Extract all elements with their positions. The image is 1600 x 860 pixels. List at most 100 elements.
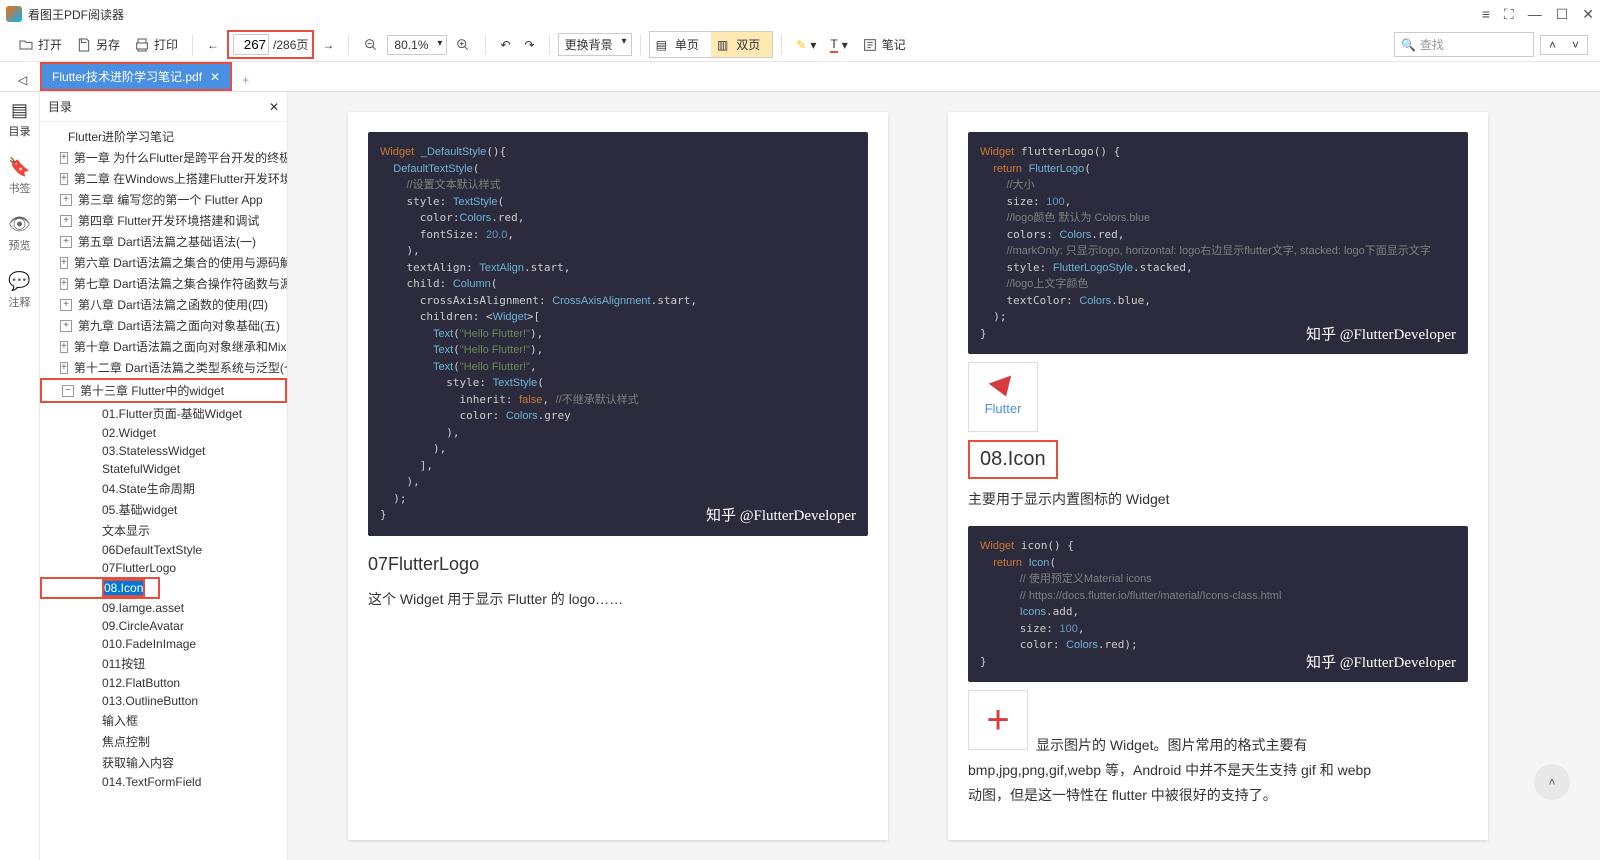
add-tab-button[interactable]: + [232, 69, 259, 91]
tree-item[interactable]: 获取输入内容 [40, 752, 287, 773]
tree-chapter[interactable]: +第四章 Flutter开发环境搭建和调试 [40, 210, 287, 231]
tree-chapter[interactable]: +第十章 Dart语法篇之面向对象继承和Mixins [40, 336, 287, 357]
tree-chapter[interactable]: +第六章 Dart语法篇之集合的使用与源码解析( [40, 252, 287, 273]
sidebar-preview[interactable]: 👁预览 [8, 214, 31, 253]
sidebar-bookmark[interactable]: 🔖书签 [8, 157, 30, 196]
watermark: 知乎 @FlutterDeveloper [706, 505, 856, 528]
tree-chapter[interactable]: +第九章 Dart语法篇之面向对象基础(五) [40, 315, 287, 336]
sidebar-icons: ▤目录 🔖书签 👁预览 💬注释 [0, 92, 40, 860]
tree-item[interactable]: 09.CircleAvatar [40, 617, 287, 635]
maximize-icon[interactable]: ☐ [1556, 6, 1569, 23]
plus-icon-preview: + [968, 690, 1028, 750]
flutter-logo-icon: Flutter [968, 362, 1038, 432]
tree-item[interactable]: 06DefaultTextStyle [40, 541, 287, 559]
text-color-button[interactable]: T▾ [824, 33, 853, 57]
tree-chapter[interactable]: +第一章 为什么Flutter是跨平台开发的终极之选 [40, 147, 287, 168]
para-08-3: bmp,jpg,png,gif,webp 等，Android 中并不是天生支持 … [968, 758, 1468, 783]
app-title: 看图王PDF阅读器 [28, 6, 1482, 23]
tree-ch13[interactable]: −第十三章 Flutter中的widget [40, 378, 287, 403]
search-next[interactable]: ˅ [1564, 36, 1587, 54]
para-08-2: 显示图片的 Widget。图片常用的格式主要有 [1036, 733, 1307, 758]
scroll-top-button[interactable]: ˄ [1534, 764, 1570, 800]
search-nav: ˄ ˅ [1540, 35, 1588, 55]
outline-close-icon[interactable]: ✕ [269, 100, 279, 114]
search-input[interactable]: 🔍查找 [1394, 32, 1534, 57]
tree-item[interactable]: 011按钮 [40, 653, 287, 674]
save-as-button[interactable]: 另存 [70, 32, 126, 57]
tree-item[interactable]: 01.Flutter页面-基础Widget [40, 403, 287, 424]
outline-panel: 目录 ✕ Flutter进阶学习笔记 +第一章 为什么Flutter是跨平台开发… [40, 92, 288, 860]
tab-filename: Flutter技术进阶学习笔记.pdf [52, 68, 202, 85]
tab-close-icon[interactable]: ✕ [210, 70, 220, 84]
toolbar: 打开 另存 打印 ← /286页 → 80.1% ↶ ↷ 更换背景 ▤单页 ▥双… [0, 28, 1600, 62]
double-page-button[interactable]: ▥双页 [711, 32, 772, 57]
heading-08: 08.Icon [968, 440, 1058, 479]
sidebar-annotate[interactable]: 💬注释 [8, 271, 30, 310]
menu-icon[interactable]: ≡ [1482, 6, 1490, 22]
page-input[interactable] [233, 34, 269, 55]
single-page-button[interactable]: ▤单页 [650, 32, 711, 57]
tree-chapter[interactable]: +第八章 Dart语法篇之函数的使用(四) [40, 294, 287, 315]
tree-item[interactable]: StatefulWidget [40, 460, 287, 478]
tree-chapter[interactable]: +第五章 Dart语法篇之基础语法(一) [40, 231, 287, 252]
highlight-button[interactable]: ✎▾ [790, 34, 822, 56]
page-left: Widget _DefaultStyle(){ DefaultTextStyle… [348, 112, 888, 840]
tree-item[interactable]: 013.OutlineButton [40, 692, 287, 710]
sidebar-outline[interactable]: ▤目录 [9, 100, 31, 139]
prev-page-button[interactable]: ← [201, 34, 225, 56]
zoom-out-button[interactable] [357, 33, 385, 57]
page-indicator: /286页 [227, 30, 314, 59]
next-page-button[interactable]: → [316, 34, 340, 56]
tree-item[interactable]: 07FlutterLogo [40, 559, 287, 577]
tree-item[interactable]: 焦点控制 [40, 731, 287, 752]
watermark: 知乎 @FlutterDeveloper [1306, 324, 1456, 347]
code-block-flutterlogo: Widget flutterLogo() { return FlutterLog… [968, 132, 1468, 354]
rotate-left-button[interactable]: ↶ [494, 34, 516, 56]
watermark: 知乎 @FlutterDeveloper [1306, 652, 1456, 675]
tree-chapter[interactable]: +第七章 Dart语法篇之集合操作符函数与源码 [40, 273, 287, 294]
page-right: Widget flutterLogo() { return FlutterLog… [948, 112, 1488, 840]
zoom-in-button[interactable] [449, 33, 477, 57]
content-area[interactable]: Widget _DefaultStyle(){ DefaultTextStyle… [288, 92, 1600, 860]
window-controls: ≡ ⛶ — ☐ ✕ [1482, 6, 1594, 23]
main: ▤目录 🔖书签 👁预览 💬注释 目录 ✕ Flutter进阶学习笔记 +第一章 … [0, 92, 1600, 860]
heading-07: 07FlutterLogo [368, 554, 868, 575]
tab-back-button[interactable]: ◁ [10, 69, 35, 91]
close-icon[interactable]: ✕ [1582, 6, 1594, 23]
tab-bar: ◁ Flutter技术进阶学习笔记.pdf ✕ + [0, 62, 1600, 92]
print-button[interactable]: 打印 [128, 32, 184, 57]
title-bar: 看图王PDF阅读器 ≡ ⛶ — ☐ ✕ [0, 0, 1600, 28]
tree-item[interactable]: 04.State生命周期 [40, 478, 287, 499]
view-toggle: ▤单页 ▥双页 [649, 31, 774, 58]
file-tab[interactable]: Flutter技术进阶学习笔记.pdf ✕ [40, 62, 232, 91]
open-button[interactable]: 打开 [12, 32, 68, 57]
tree-root[interactable]: Flutter进阶学习笔记 [40, 126, 287, 147]
app-icon [6, 6, 22, 22]
tree-chapter[interactable]: +第二章 在Windows上搭建Flutter开发环境 [40, 168, 287, 189]
para-08-1: 主要用于显示内置图标的 Widget [968, 487, 1468, 512]
tree-item[interactable]: 012.FlatButton [40, 674, 287, 692]
tree-item[interactable]: 03.StatelessWidget [40, 442, 287, 460]
tree-item[interactable]: 输入框 [40, 710, 287, 731]
tree-item[interactable]: 010.FadeInImage [40, 635, 287, 653]
rotate-right-button[interactable]: ↷ [519, 34, 541, 56]
zoom-select[interactable]: 80.1% [387, 35, 447, 55]
tree-item[interactable]: 02.Widget [40, 424, 287, 442]
tree-item[interactable]: 09.Iamge.asset [40, 599, 287, 617]
tree-chapter[interactable]: +第三章 编写您的第一个 Flutter App [40, 189, 287, 210]
minimize-icon[interactable]: — [1528, 6, 1542, 22]
search-prev[interactable]: ˄ [1541, 36, 1564, 54]
code-block-icon: Widget icon() { return Icon( // 使用预定义Mat… [968, 526, 1468, 682]
fullscreen-icon[interactable]: ⛶ [1504, 6, 1514, 23]
note-button[interactable]: 笔记 [856, 32, 912, 57]
tree-item[interactable]: 05.基础widget [40, 499, 287, 520]
background-select[interactable]: 更换背景 [558, 33, 632, 56]
tree-chapter[interactable]: +第十二章 Dart语法篇之类型系统与泛型(七) [40, 357, 287, 378]
code-block-defaultstyle: Widget _DefaultStyle(){ DefaultTextStyle… [368, 132, 868, 536]
tree-item[interactable]: 文本显示 [40, 520, 287, 541]
outline-header: 目录 ✕ [40, 92, 287, 122]
tree-item[interactable]: 014.TextFormField [40, 773, 287, 791]
outline-tree[interactable]: Flutter进阶学习笔记 +第一章 为什么Flutter是跨平台开发的终极之选… [40, 122, 287, 860]
para-07: 这个 Widget 用于显示 Flutter 的 logo…… [368, 587, 868, 612]
tree-item[interactable]: 08.Icon [40, 577, 160, 599]
